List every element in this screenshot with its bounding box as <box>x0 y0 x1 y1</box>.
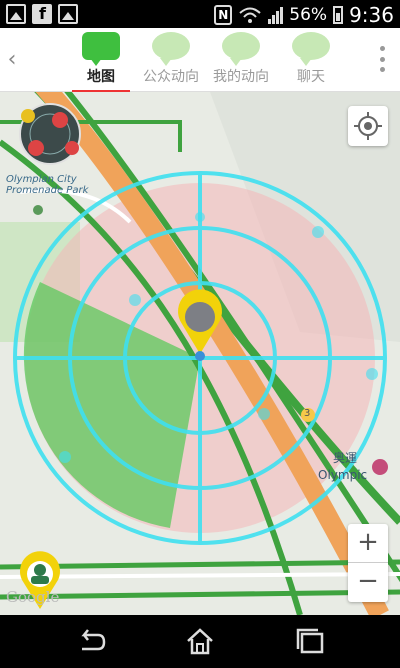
map-tab-icon <box>82 32 120 66</box>
tab-map[interactable]: 地图 <box>66 32 136 93</box>
system-icons: N 56% 9:36 <box>214 3 394 27</box>
zoom-controls: + − <box>348 524 388 602</box>
battery-percent: 56% <box>289 5 328 25</box>
route-number: 3 <box>304 408 311 419</box>
nfc-icon: N <box>214 5 233 25</box>
zoom-in-button[interactable]: + <box>348 524 388 563</box>
gallery-icon <box>58 4 78 24</box>
park-label: Olympian City Promenade Park <box>6 174 88 196</box>
status-bar: N 56% 9:36 <box>0 0 400 28</box>
park-label-line1: Olympian City <box>6 174 77 185</box>
park-label-line2: Promenade Park <box>6 185 89 196</box>
my-location-button[interactable] <box>348 106 388 146</box>
clock: 9:36 <box>349 3 394 27</box>
chat-icon <box>292 32 330 66</box>
system-navigation-bar <box>0 615 400 668</box>
tab-my-trends[interactable]: 我的动向 <box>206 32 276 92</box>
public-trends-icon <box>152 32 190 66</box>
station-label-cn: 奥運 <box>333 451 358 465</box>
back-icon[interactable] <box>70 627 110 657</box>
map-view[interactable]: Olympian City Promenade Park 3 奥運 Olympi… <box>0 92 400 615</box>
tab-chat[interactable]: 聊天 <box>276 32 346 92</box>
recents-icon[interactable] <box>290 627 330 657</box>
tab-label: 公众动向 <box>143 69 199 85</box>
google-attribution: Google <box>6 588 60 606</box>
gallery-icon <box>6 4 26 24</box>
overflow-menu-icon[interactable] <box>380 46 386 72</box>
top-navigation: ‹ 地图 公众动向 我的动向 聊天 <box>0 28 400 93</box>
back-arrow-icon[interactable]: ‹ <box>2 46 22 74</box>
tab-label: 我的动向 <box>213 69 269 85</box>
my-location-icon <box>354 112 382 140</box>
facebook-icon <box>32 4 52 24</box>
wifi-icon <box>238 6 262 24</box>
tab-public-trends[interactable]: 公众动向 <box>136 32 206 92</box>
signal-icon <box>268 6 284 24</box>
battery-icon <box>333 6 344 24</box>
notification-icons <box>6 4 78 24</box>
map-canvas <box>0 92 400 615</box>
home-icon[interactable] <box>180 627 220 657</box>
zoom-out-button[interactable]: − <box>348 563 388 602</box>
tab-label: 聊天 <box>297 69 325 85</box>
station-label-en: Olympic <box>318 468 368 482</box>
my-trends-icon <box>222 32 260 66</box>
tab-label: 地图 <box>87 69 115 85</box>
